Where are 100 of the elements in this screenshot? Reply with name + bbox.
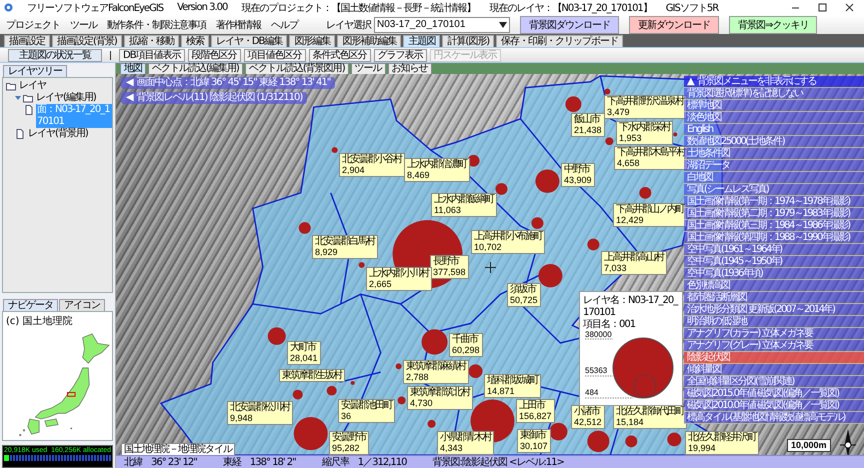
viewport-rectangle[interactable] xyxy=(67,392,76,397)
map-tab[interactable]: ツール xyxy=(350,63,386,74)
app-subtitle: GISソフト5R xyxy=(666,2,718,14)
background-map-item[interactable]: 標準地図 xyxy=(684,100,864,112)
background-map-item[interactable]: 全国傾斜量区分図(雪崩関連) xyxy=(684,376,864,388)
place-label: 北安曇郡白馬村 8,929 xyxy=(312,234,378,259)
place-label: 下水内郡栄村 1,953 xyxy=(616,120,673,145)
background-map-item[interactable]: アナグリフ(グレー) 立体メガネ要 xyxy=(684,340,864,352)
background-map-item[interactable]: 湖沼データ xyxy=(684,160,864,172)
place-label: 小諸市 42,512 xyxy=(571,405,605,430)
background-map-item[interactable]: 背景図選択(標準)を記憶しない xyxy=(684,88,864,100)
background-map-item[interactable]: 数値地図25000(土地条件) xyxy=(684,136,864,148)
background-map-item[interactable]: 白地図 xyxy=(684,172,864,184)
background-map-item[interactable]: 国土画像情報(第一期：1974～1978年撮影) xyxy=(684,196,864,208)
download-button[interactable]: 背景図ダウンロード xyxy=(520,16,619,34)
background-map-item[interactable]: 色別標高図 xyxy=(684,280,864,292)
background-map-item[interactable]: 写真(シームレス写真) xyxy=(684,184,864,196)
project-text: 現在のプロジェクト：【国土数値情報－長野－統計情報】 xyxy=(241,2,476,14)
app-icon xyxy=(4,3,13,12)
map-tab[interactable]: ベクトル読込(編集用) xyxy=(148,63,243,74)
background-map-item[interactable]: 空中写真(1945～1950年) xyxy=(684,256,864,268)
attribution-text: 国土地理院－地理院タイル xyxy=(121,443,235,455)
background-map-item[interactable]: 空中写真(1961～1964年) xyxy=(684,244,864,256)
background-map-item[interactable]: 磁気図2015.0年値 磁気図(偏角／一覧図) xyxy=(684,388,864,400)
background-map-item[interactable]: 標高タイル(基盤地図情報数値標高モデル) xyxy=(684,412,864,424)
caret-icon xyxy=(499,22,507,28)
navigator-tab[interactable]: ナビゲータ xyxy=(3,299,58,311)
toolbar-button[interactable]: 段階色区分 xyxy=(188,48,241,62)
place-label: 北安曇郡松川村 9,948 xyxy=(227,401,292,426)
legend-small-circle xyxy=(634,374,656,398)
ribbon-tab[interactable]: 描画設定 xyxy=(4,35,50,47)
ribbon-tab[interactable]: 計算(図形) xyxy=(442,35,494,47)
background-map-item[interactable]: 磁気図2010.0年値 磁気図(偏角／一覧図) xyxy=(684,400,864,412)
menu-item[interactable]: 動作条件・制限注意事項 xyxy=(107,18,206,32)
ribbon-tab[interactable]: 図形補助編集 xyxy=(337,35,402,47)
ribbon-tab[interactable]: 保存・印刷・クリップボード xyxy=(496,35,624,47)
tree-item[interactable]: レイヤ xyxy=(18,80,47,92)
panel-tab[interactable]: レイヤツリー xyxy=(3,65,67,77)
hide-menu-button[interactable]: ▲ 背景図メニューを非表示にする xyxy=(684,76,864,88)
background-map-item[interactable]: 明治期の低湿地 xyxy=(684,316,864,328)
tree-item[interactable]: レイヤ(背景用) xyxy=(27,128,89,140)
background-map-item[interactable]: 国土画像情報(第三期：1984～1986年撮影) xyxy=(684,220,864,232)
menu-item[interactable]: ツール xyxy=(70,18,97,32)
toolbar-button[interactable]: グラフ表示 xyxy=(374,48,427,62)
ribbon-tab[interactable]: レイヤ・DB編集 xyxy=(210,35,288,47)
toolbar-button[interactable]: DB項目値表示 xyxy=(119,48,185,62)
background-map-item[interactable]: 空中写真(1936年頃) xyxy=(684,268,864,280)
ribbon-tab[interactable]: 図形編集 xyxy=(289,35,336,47)
version-text: Version 3.00 xyxy=(177,2,228,13)
place-label: 上水内郡信濃町 8,469 xyxy=(404,158,470,182)
download-button[interactable]: 更新ダウンロード xyxy=(629,16,719,34)
background-map-item[interactable]: 都市圏活断層図 xyxy=(684,292,864,304)
place-label: 北安曇郡小谷村 2,904 xyxy=(339,152,404,177)
background-map-item[interactable]: 淡色地図 xyxy=(684,112,864,124)
ribbon-tab[interactable]: 検索 xyxy=(180,35,209,47)
background-map-item[interactable]: 土地条件図 xyxy=(684,148,864,160)
document-icon xyxy=(15,129,25,139)
download-button[interactable]: 背景図⇒クッキリ xyxy=(729,16,818,34)
menu-item[interactable]: ヘルプ xyxy=(271,18,298,32)
hillshade-map[interactable] xyxy=(116,74,864,455)
map-info-button[interactable]: ◀ 背景図レベル(11) 陰影起伏図 (1/312110) xyxy=(121,92,308,104)
background-map-item[interactable]: 陰影起伏図 xyxy=(684,352,864,364)
background-map-item[interactable]: 傾斜量図 xyxy=(684,364,864,376)
place-label: 上水内郡飯綱町 11,063 xyxy=(431,192,496,217)
legend-large-circle xyxy=(612,338,674,398)
ribbon-tab[interactable]: 描画設定(背景) xyxy=(52,35,122,47)
background-map-item[interactable]: English xyxy=(684,124,864,136)
layer-select-label: レイヤ選択 xyxy=(326,18,371,32)
layer-select-dropdown[interactable]: N03-17_20_170101 xyxy=(374,16,510,32)
background-map-item[interactable]: 国土画像情報(第二期：1979～1983年撮影) xyxy=(684,208,864,220)
background-map-item[interactable]: 国土画像情報(第四期：1988～1990年撮影) xyxy=(684,232,864,244)
population-circle[interactable] xyxy=(549,422,568,440)
ribbon-tab[interactable]: 主題図 xyxy=(403,35,440,47)
background-map-item[interactable]: 治水地形分類図 更新版(2007～2014年) xyxy=(684,304,864,316)
place-label: 北佐久郡御代田町 15,184 xyxy=(613,405,687,430)
map-tab[interactable]: お知らせ xyxy=(388,63,432,74)
navigator-tab[interactable]: アイコン xyxy=(59,299,105,311)
status-text: 縮尺率 1／312,110 xyxy=(322,456,406,468)
legend-max-value: 380000 xyxy=(585,331,612,339)
status-text: 東経 138° 18' 2" xyxy=(222,456,296,468)
place-label: 上高井郡小布施町 10,702 xyxy=(471,230,545,254)
menu-item[interactable]: 著作権情報 xyxy=(216,18,261,32)
menu-item[interactable]: プロジェクト xyxy=(6,18,60,32)
ribbon-tab[interactable]: 拡縮・移動 xyxy=(124,35,179,47)
map-info-button[interactable]: ◀ 画面中心点：北緯 36° 45' 15" 東経 138° 13' 41" xyxy=(121,77,336,89)
map-tab[interactable]: 地図 xyxy=(120,63,146,74)
copyright-caption: (c) 国土地理院 xyxy=(5,314,74,329)
map-tab[interactable]: ベクトル読込(背景図用) xyxy=(244,63,349,74)
crosshair-icon xyxy=(485,262,496,273)
maximize-icon[interactable] xyxy=(818,3,827,12)
toolbar-button[interactable]: 項目値色区分 xyxy=(244,48,306,62)
status-text: 背景図:陰影起伏図 <レベル:11> xyxy=(432,456,564,468)
place-label: 下高井郡木島平村 4,658 xyxy=(614,146,688,170)
close-icon[interactable] xyxy=(845,3,854,12)
toolbar-button[interactable]: 条件式色区分 xyxy=(308,48,371,62)
background-map-item[interactable]: アナグリフ(カラー) 立体メガネ要 xyxy=(684,328,864,340)
legend-field-name: 項目名：001 xyxy=(583,319,636,331)
tree-item[interactable]: レイヤ(編集用) xyxy=(35,92,97,104)
place-label: 上水内郡小川村 2,665 xyxy=(366,266,432,291)
toolbar-button[interactable]: 主題図の状況一覧 xyxy=(8,48,102,62)
